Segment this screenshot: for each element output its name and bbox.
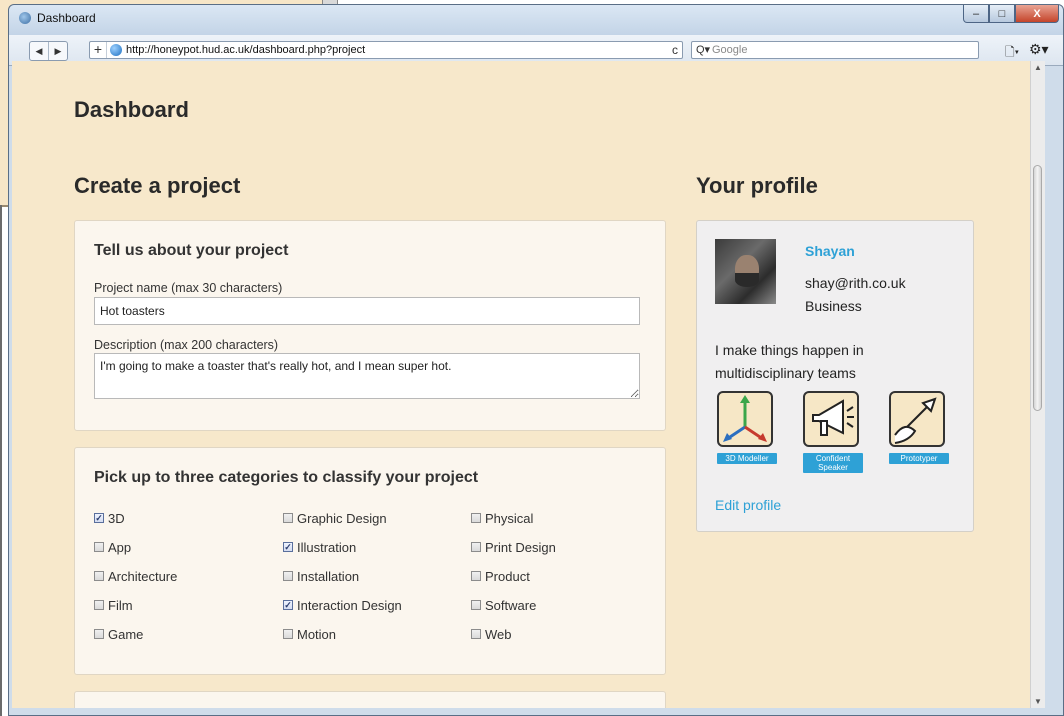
checkbox-checked[interactable]: ✓: [94, 513, 104, 523]
project-name-input[interactable]: [94, 297, 640, 325]
badge-prototyper: Prototyper: [889, 391, 949, 464]
categories-heading: Pick up to three categories to classify …: [94, 469, 479, 486]
next-card: [74, 691, 666, 708]
profile-card: Shayan shay@rith.co.uk Business I make t…: [696, 220, 974, 532]
window-title: Dashboard: [37, 11, 96, 25]
badge-label: 3D Modeller: [717, 453, 777, 464]
nav-buttons: ◀ ▶: [29, 41, 68, 61]
category-checkbox[interactable]: ✓ Interaction Design: [283, 597, 402, 613]
checkbox-unchecked[interactable]: [94, 542, 104, 552]
scroll-thumb[interactable]: [1033, 165, 1042, 411]
category-checkbox[interactable]: Product: [471, 568, 530, 584]
category-checkbox[interactable]: ✓ Illustration: [283, 539, 356, 555]
category-checkbox[interactable]: App: [94, 539, 131, 555]
profile-email: shay@rith.co.uk: [805, 275, 906, 291]
category-label: Product: [485, 568, 530, 584]
category-checkbox[interactable]: Graphic Design: [283, 510, 387, 526]
page-title: Dashboard: [74, 97, 189, 122]
back-button[interactable]: ◀: [30, 42, 48, 60]
category-label: App: [108, 539, 132, 555]
badge-label: Confident Speaker: [803, 453, 863, 473]
new-tab-button[interactable]: +: [90, 42, 107, 58]
category-checkbox[interactable]: Physical: [471, 510, 533, 526]
badge-label: Prototyper: [889, 453, 949, 464]
browser-icon: [19, 12, 31, 24]
category-checkbox[interactable]: Installation: [283, 568, 359, 584]
axes-icon: [717, 391, 773, 447]
search-input[interactable]: Google: [712, 44, 747, 56]
category-label: 3D: [108, 510, 125, 526]
profile-role: Business: [805, 298, 862, 314]
profile-heading: Your profile: [696, 173, 818, 198]
checkbox-unchecked[interactable]: [471, 600, 481, 610]
gear-icon[interactable]: ⚙▾: [1029, 41, 1049, 58]
avatar: [715, 239, 776, 304]
description-textarea[interactable]: I'm going to make a toaster that's reall…: [94, 353, 640, 399]
category-label: Motion: [297, 626, 337, 642]
categories-card: Pick up to three categories to classify …: [74, 447, 666, 675]
category-label: Software: [485, 597, 537, 613]
edit-profile-link[interactable]: Edit profile: [715, 497, 781, 513]
minimize-button[interactable]: –: [963, 5, 989, 23]
checkbox-unchecked[interactable]: [94, 571, 104, 581]
search-bar[interactable]: Q▾ Google: [691, 41, 979, 59]
checkbox-unchecked[interactable]: [94, 629, 104, 639]
category-checkbox[interactable]: ✓ 3D: [94, 510, 125, 526]
category-checkbox[interactable]: Web: [471, 626, 512, 642]
search-icon[interactable]: Q▾: [696, 43, 710, 56]
checkbox-unchecked[interactable]: [94, 600, 104, 610]
category-checkbox[interactable]: Motion: [283, 626, 336, 642]
scroll-up-icon[interactable]: ▲: [1034, 63, 1042, 72]
category-label: Print Design: [485, 539, 556, 555]
background-edge: [0, 205, 2, 716]
category-checkbox[interactable]: Architecture: [94, 568, 177, 584]
checkbox-unchecked[interactable]: [471, 513, 481, 523]
category-label: Interaction Design: [297, 597, 402, 613]
create-project-heading: Create a project: [74, 173, 241, 198]
project-name-label: Project name (max 30 characters): [94, 281, 283, 295]
category-checkbox[interactable]: Film: [94, 597, 133, 613]
checkbox-unchecked[interactable]: [471, 542, 481, 552]
checkbox-unchecked[interactable]: [471, 629, 481, 639]
vertical-scrollbar[interactable]: ▲ ▼: [1030, 61, 1045, 708]
close-button[interactable]: X: [1015, 5, 1059, 23]
forward-button[interactable]: ▶: [48, 42, 67, 60]
category-label: Architecture: [108, 568, 178, 584]
profile-name[interactable]: Shayan: [805, 243, 855, 259]
checkbox-unchecked[interactable]: [283, 629, 293, 639]
category-label: Physical: [485, 510, 534, 526]
checkbox-checked[interactable]: ✓: [283, 542, 293, 552]
cursor-arrow-icon: [889, 391, 945, 447]
checkbox-unchecked[interactable]: [283, 571, 293, 581]
globe-icon: [110, 44, 122, 56]
window-controls: – □ X: [963, 5, 1059, 25]
category-label: Web: [485, 626, 512, 642]
category-label: Graphic Design: [297, 510, 387, 526]
project-card: Tell us about your project Project name …: [74, 220, 666, 431]
badge-3d-modeller: 3D Modeller: [717, 391, 777, 464]
category-checkbox[interactable]: Software: [471, 597, 536, 613]
megaphone-icon: [803, 391, 859, 447]
badge-confident-speaker: Confident Speaker: [803, 391, 863, 473]
category-checkbox[interactable]: Game: [94, 626, 143, 642]
maximize-button[interactable]: □: [989, 5, 1015, 23]
category-checkbox[interactable]: Print Design: [471, 539, 556, 555]
profile-bio: I make things happen in multidisciplinar…: [715, 342, 864, 381]
checkbox-unchecked[interactable]: [283, 513, 293, 523]
url-text[interactable]: http://honeypot.hud.ac.uk/dashboard.php?…: [126, 44, 365, 56]
category-label: Film: [108, 597, 133, 613]
checkbox-unchecked[interactable]: [471, 571, 481, 581]
reload-icon[interactable]: c: [672, 43, 678, 57]
category-label: Installation: [297, 568, 360, 584]
avatar-beard: [735, 273, 759, 287]
scroll-down-icon[interactable]: ▼: [1034, 697, 1042, 706]
category-label: Game: [108, 626, 144, 642]
title-bar[interactable]: Dashboard – □ X: [9, 5, 1063, 35]
project-card-heading: Tell us about your project: [94, 242, 289, 259]
category-label: Illustration: [297, 539, 357, 555]
page-viewport: Dashboard Create a project Your profile …: [12, 61, 1042, 708]
description-label: Description (max 200 characters): [94, 338, 279, 352]
address-bar[interactable]: + http://honeypot.hud.ac.uk/dashboard.ph…: [89, 41, 683, 59]
checkbox-checked[interactable]: ✓: [283, 600, 293, 610]
